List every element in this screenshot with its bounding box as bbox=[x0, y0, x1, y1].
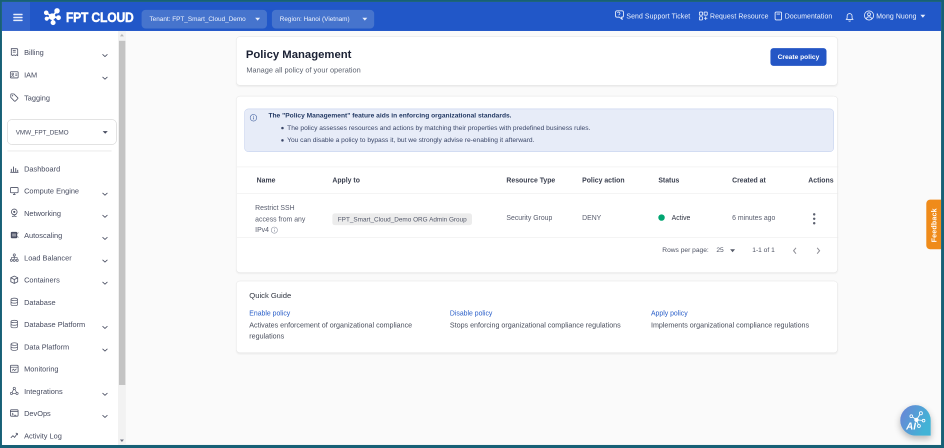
svg-text:AI: AI bbox=[905, 422, 916, 433]
